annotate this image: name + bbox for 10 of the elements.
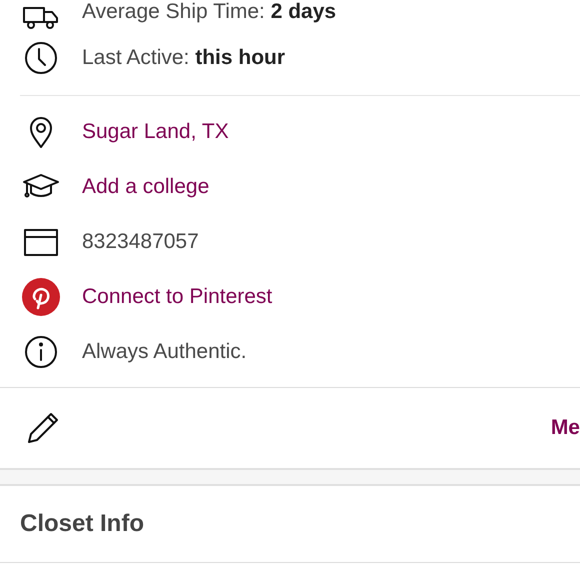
profile-detail: 8323487057: [82, 230, 199, 254]
stat-text: Last Active: this hour: [82, 46, 286, 70]
stat-text: Average Ship Time: 2 days: [82, 0, 336, 24]
section-heading: Closet Info: [19, 509, 145, 539]
profile-link[interactable]: Sugar Land, TX: [82, 120, 229, 144]
pinterest-logo-icon: [21, 276, 61, 316]
profile-link[interactable]: Connect to Pinterest: [82, 284, 272, 308]
profile-link[interactable]: Add a college: [82, 174, 210, 198]
edit-link[interactable]: Me: [550, 416, 580, 440]
profile-detail: Always Authentic.: [82, 340, 247, 364]
